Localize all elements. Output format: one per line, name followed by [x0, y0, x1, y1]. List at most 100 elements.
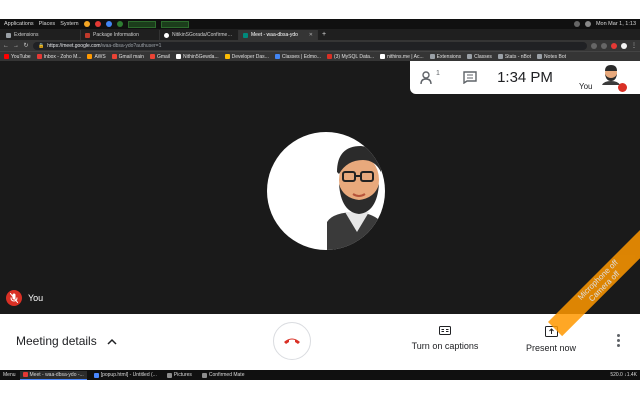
- system-menu[interactable]: System: [60, 21, 78, 27]
- tab-label: Package Information: [93, 32, 139, 38]
- bookmark-item[interactable]: Inbox - Zoho M...: [36, 54, 81, 60]
- bookmark-item[interactable]: nithins.me | Ac...: [380, 54, 424, 60]
- tab-extensions[interactable]: Extensions: [2, 30, 81, 40]
- bookmark-item[interactable]: Extensions: [429, 54, 461, 60]
- url-path: /waa-dbsa-ydo?authuser=1: [100, 42, 162, 49]
- reload-icon[interactable]: ↻: [23, 42, 29, 49]
- globe-icon: [497, 54, 503, 59]
- youtube-icon: [326, 54, 332, 59]
- meet-icon: [243, 32, 248, 38]
- meeting-details-label: Meeting details: [16, 334, 97, 348]
- close-tab-icon[interactable]: ✕: [309, 32, 313, 38]
- browser-launcher-icon[interactable]: [94, 21, 101, 27]
- globe-icon: [537, 54, 543, 59]
- bookmark-item[interactable]: Classes: [467, 54, 492, 60]
- screen: Applications Places System Mon Mar 1, 1:…: [0, 0, 640, 400]
- back-icon[interactable]: ←: [3, 43, 9, 49]
- url-field[interactable]: 🔒 https://meet.google.com/waa-dbsa-ydo?a…: [33, 41, 587, 50]
- github-icon: [164, 32, 169, 38]
- youtube-icon: [4, 54, 9, 59]
- bookmark-item[interactable]: Stats - nBot: [497, 54, 531, 60]
- tab-github[interactable]: NitikinSGorada/Confirmed-Fi: [160, 30, 239, 40]
- start-menu-button[interactable]: Menu: [3, 372, 16, 378]
- taskbar-label: Meet - waa-dbsa-ydo -...: [29, 371, 84, 378]
- editor-icon: [93, 372, 99, 378]
- captions-button[interactable]: Turn on captions: [408, 326, 482, 351]
- speaker-label: You: [6, 290, 43, 306]
- bookmark-item[interactable]: (3) MySQL Data...: [326, 54, 374, 60]
- bearded-avatar-icon: [327, 146, 385, 250]
- dot: [617, 339, 620, 342]
- meeting-controls: Meeting details Turn on captions Present…: [0, 314, 640, 370]
- tab-label: Extensions: [14, 32, 39, 38]
- taskbar-item[interactable]: Meet - waa-dbsa-ydo -...: [19, 370, 87, 380]
- tab-meet[interactable]: Meet - waa-dbsa-ydo ✕: [239, 30, 318, 40]
- taskbar-item[interactable]: [popup.html] - Untitled (...: [91, 371, 160, 380]
- present-now-button[interactable]: Present now: [523, 326, 579, 353]
- gmail-icon: [149, 54, 155, 59]
- more-options-button[interactable]: [617, 334, 620, 347]
- meeting-info-card: 1 1:34 PM You: [410, 61, 640, 94]
- bookmark-item[interactable]: Classes | Edmo...: [274, 54, 321, 60]
- bookmark-label: Gmail: [156, 53, 171, 60]
- editor-launcher-icon[interactable]: [105, 21, 112, 27]
- taskbar-item[interactable]: Confirmed Mate: [199, 371, 248, 380]
- present-screen-icon: [544, 326, 558, 337]
- gmail-icon: [111, 54, 117, 59]
- bookmark-item[interactable]: YouTube: [4, 54, 31, 60]
- extension-icon[interactable]: [611, 42, 617, 49]
- browser-menu-icon[interactable]: ⋮: [631, 42, 637, 49]
- terminal-launcher-icon[interactable]: [116, 21, 123, 27]
- meeting-time: 1:34 PM: [497, 69, 553, 86]
- tab-package-information[interactable]: Package Information: [81, 30, 160, 40]
- bookmark-label: Developer Das...: [231, 53, 269, 60]
- captions-icon: [439, 326, 451, 335]
- launcher-icon[interactable]: [83, 21, 90, 27]
- tab-label: NitikinSGorada/Confirmed-Fi: [172, 32, 234, 38]
- bookmark-item[interactable]: AWS: [87, 54, 106, 60]
- system-panel: Applications Places System Mon Mar 1, 1:…: [0, 19, 640, 29]
- chat-button[interactable]: [450, 61, 490, 94]
- new-tab-button[interactable]: +: [318, 30, 330, 40]
- system-clock: Mon Mar 1, 1:13: [595, 21, 636, 27]
- browser-icon: [22, 372, 28, 377]
- participants-count: 1: [436, 70, 440, 77]
- profile-avatar-icon[interactable]: [621, 42, 627, 49]
- camera-permission-icon[interactable]: [591, 42, 597, 49]
- taskbar-item[interactable]: Pictures: [164, 371, 195, 380]
- taskbar: Menu Meet - waa-dbsa-ydo -... [popup.htm…: [0, 370, 640, 380]
- phone-hangup-icon: [284, 338, 300, 344]
- self-view-tile[interactable]: You: [574, 61, 630, 94]
- hang-up-button[interactable]: [273, 322, 311, 360]
- forward-icon[interactable]: →: [13, 43, 19, 49]
- taskbar-label: [popup.html] - Untitled (...: [100, 372, 157, 378]
- bookmark-label: Notes Bot: [544, 53, 567, 60]
- self-name: You: [579, 82, 593, 91]
- dot: [617, 334, 620, 337]
- bottom-margin: [0, 380, 640, 400]
- chevron-up-icon: [107, 338, 117, 345]
- settings-gear-icon[interactable]: [573, 21, 580, 27]
- self-avatar-icon: [602, 65, 620, 85]
- applications-menu[interactable]: Applications: [4, 21, 34, 27]
- bookmark-item[interactable]: Gmail main: [111, 54, 144, 60]
- top-margin: [0, 0, 640, 19]
- network-status: 520.0 ↓1.4K: [610, 372, 637, 378]
- cpu-graph: [127, 20, 156, 28]
- meeting-details-button[interactable]: Meeting details: [16, 334, 117, 348]
- participants-button[interactable]: 1: [410, 61, 450, 94]
- folder-icon: [201, 372, 207, 378]
- bookmark-item[interactable]: Notes Bot: [537, 54, 566, 60]
- tab-strip: Extensions Package Information NitikinSG…: [0, 29, 640, 40]
- url-host: https://meet.google.com: [47, 42, 101, 49]
- volume-icon[interactable]: [584, 21, 591, 27]
- participant-avatar: [267, 132, 385, 250]
- tab-label: Meet - waa-dbsa-ydo: [251, 32, 298, 38]
- places-menu[interactable]: Places: [39, 21, 56, 27]
- bookmark-item[interactable]: Developer Das...: [224, 53, 269, 60]
- bookmark-star-icon[interactable]: [601, 42, 607, 49]
- puzzle-icon: [6, 32, 11, 38]
- bookmark-item[interactable]: Nithin5Gewda...: [176, 54, 219, 60]
- github-icon: [176, 54, 182, 59]
- bookmark-item[interactable]: Gmail: [149, 53, 171, 60]
